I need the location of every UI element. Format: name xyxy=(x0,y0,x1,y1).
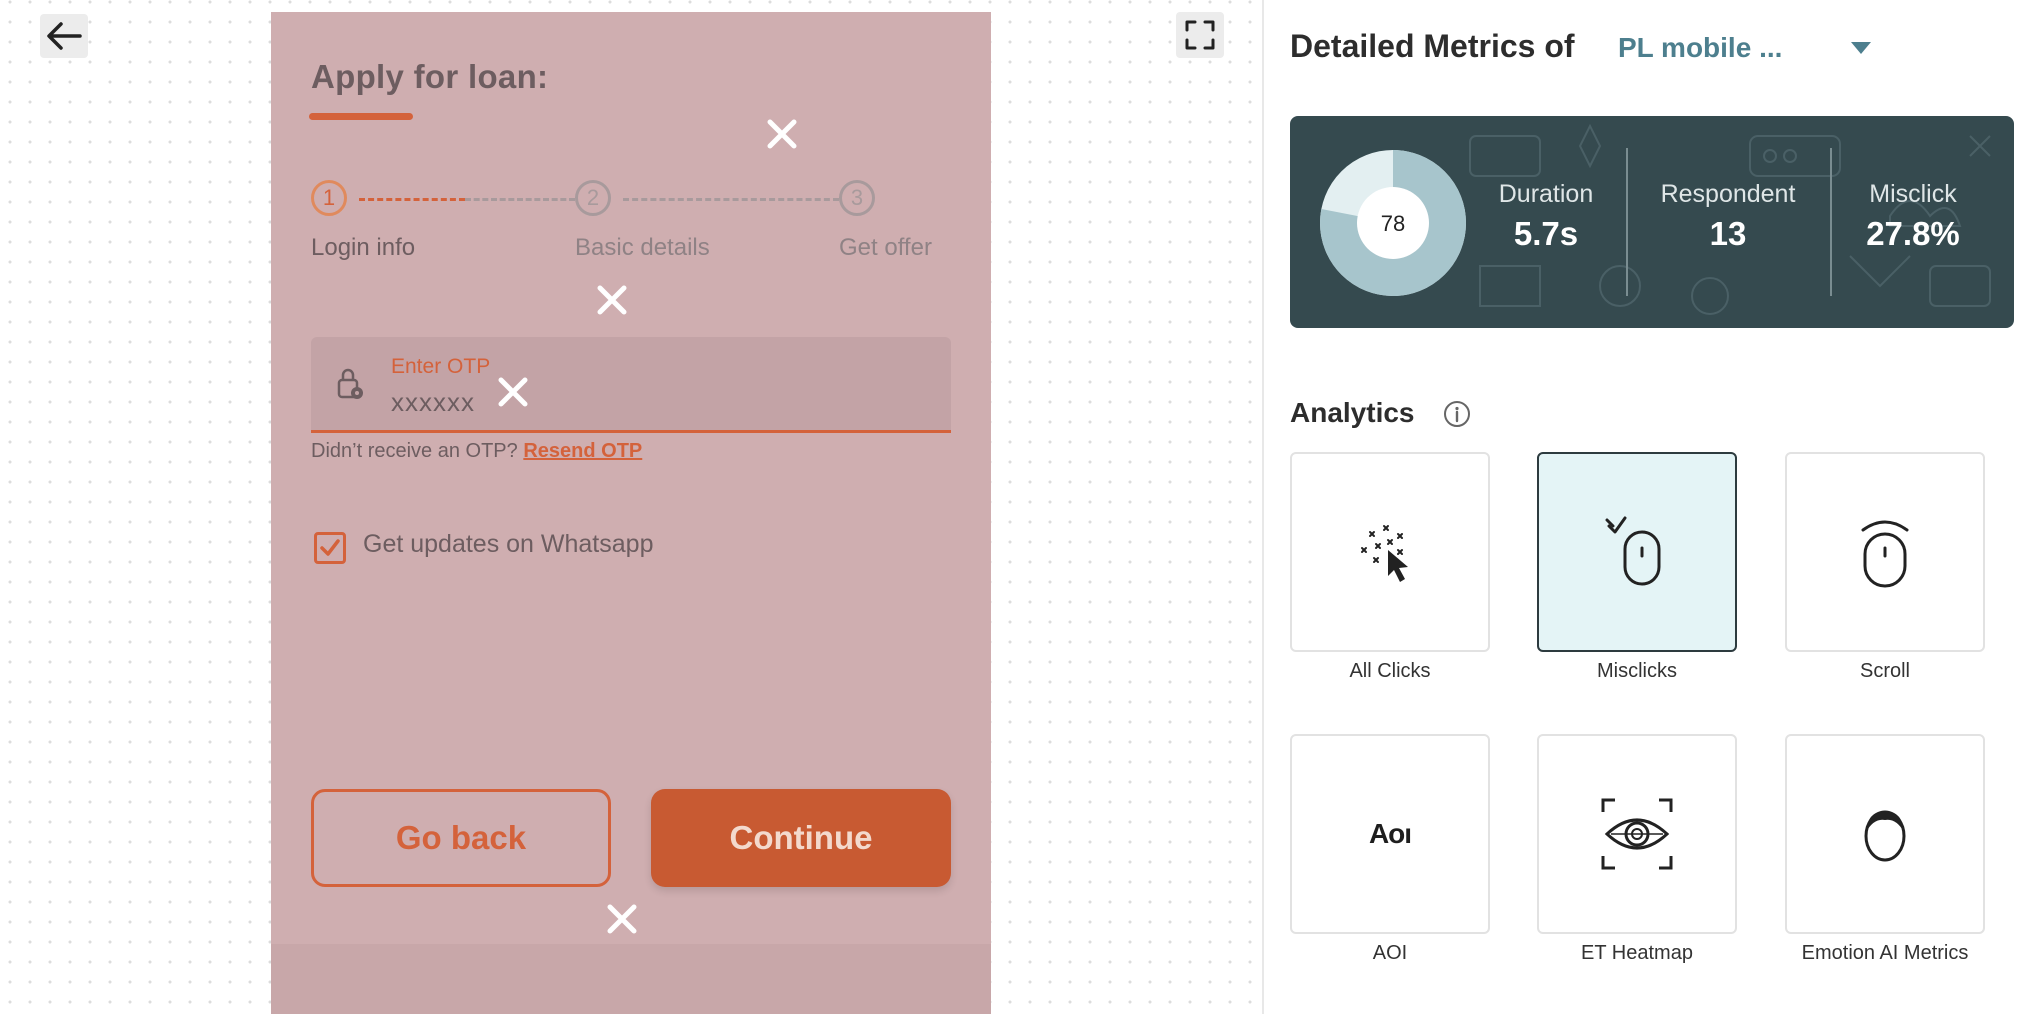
stats-card: 78 Duration 5.7s Respondent 13 Misclick … xyxy=(1290,116,2014,328)
misclicks-label: Misclicks xyxy=(1597,660,1677,682)
go-back-button[interactable]: Go back xyxy=(311,789,611,887)
checkmark-icon xyxy=(320,539,340,556)
misclick-mouse-icon xyxy=(1605,516,1661,586)
scroll-tile[interactable] xyxy=(1785,452,1985,652)
otp-field-label: Enter OTP xyxy=(391,355,491,378)
analytics-heading: Analytics xyxy=(1290,397,1415,428)
otp-field-value: xxxxxx xyxy=(391,387,475,417)
eye-tracking-icon xyxy=(1601,798,1673,870)
all-clicks-label: All Clicks xyxy=(1349,660,1431,682)
aoi-tile[interactable]: Aoı xyxy=(1290,734,1490,934)
close-icon xyxy=(767,119,797,149)
misclicks-tile[interactable] xyxy=(1537,452,1737,652)
duration-value: 5.7s xyxy=(1513,215,1579,252)
stat-separator xyxy=(1830,148,1832,296)
respondent-stat: Respondent 13 xyxy=(1646,180,1810,253)
otp-help-message: Didn’t receive an OTP? xyxy=(311,440,518,462)
step-2-indicator: 2 xyxy=(575,180,611,216)
scroll-mouse-icon xyxy=(1861,520,1909,588)
step-1-label: Login info xyxy=(311,234,416,261)
preview-canvas: Apply for loan: 1 2 3 Login info Basic d… xyxy=(0,0,1262,1014)
misclick-label: Misclick xyxy=(1869,180,1957,208)
info-icon[interactable] xyxy=(1443,400,1471,428)
otp-help-text: Didn’t receive an OTP? Resend OTP xyxy=(311,440,642,463)
title-underline xyxy=(309,113,413,120)
lock-icon xyxy=(337,368,363,399)
emotion-ai-label: Emotion AI Metrics xyxy=(1801,942,1969,964)
stat-separator xyxy=(1626,148,1628,296)
project-dropdown[interactable]: PL mobile ... xyxy=(1618,24,1874,72)
whatsapp-checkbox-label: Get updates on Whatsapp xyxy=(363,530,654,558)
aoi-icon: Aoı xyxy=(1368,818,1412,849)
otp-field[interactable]: Enter OTP xxxxxx xyxy=(311,337,951,433)
misclick-value: 27.8% xyxy=(1866,215,1960,252)
arrow-left-icon xyxy=(47,22,82,50)
all-clicks-tile[interactable] xyxy=(1290,452,1490,652)
aoi-label: AOI xyxy=(1372,942,1408,964)
panel-divider xyxy=(1262,0,1264,1014)
close-icon xyxy=(607,904,637,934)
misclick-stat: Misclick 27.8% xyxy=(1848,180,1978,253)
resend-otp-link[interactable]: Resend OTP xyxy=(523,440,642,462)
step-1-indicator: 1 xyxy=(311,180,347,216)
et-heatmap-tile[interactable] xyxy=(1537,734,1737,934)
loan-form-title: Apply for loan: xyxy=(311,58,549,95)
caret-down-icon xyxy=(1851,42,1871,54)
close-icon xyxy=(597,285,627,315)
respondent-label: Respondent xyxy=(1660,180,1796,208)
respondent-value: 13 xyxy=(1709,215,1747,252)
score-donut: 78 xyxy=(1320,150,1466,296)
step-3-label: Get offer xyxy=(839,234,932,261)
duration-stat: Duration 5.7s xyxy=(1476,180,1616,253)
metrics-title: Detailed Metrics of xyxy=(1290,28,1575,64)
fullscreen-button[interactable] xyxy=(1176,12,1224,58)
project-dropdown-value: PL mobile ... xyxy=(1618,32,1783,63)
close-icon xyxy=(498,377,528,407)
duration-label: Duration xyxy=(1498,180,1594,208)
continue-button[interactable]: Continue xyxy=(651,789,951,887)
et-heatmap-label: ET Heatmap xyxy=(1581,942,1693,964)
step-connector xyxy=(465,198,575,201)
step-3-indicator: 3 xyxy=(839,180,875,216)
emotion-ai-tile[interactable] xyxy=(1785,734,1985,934)
screen-footer xyxy=(271,944,991,1014)
back-button[interactable] xyxy=(40,14,88,58)
step-connector xyxy=(359,198,465,201)
scroll-label: Scroll xyxy=(1859,660,1910,682)
app-screen-preview: Apply for loan: 1 2 3 Login info Basic d… xyxy=(271,12,991,1014)
score-value: 78 xyxy=(1381,211,1405,236)
fullscreen-icon xyxy=(1185,20,1215,50)
clicks-icon xyxy=(1361,525,1408,582)
step-connector xyxy=(623,198,839,201)
face-icon xyxy=(1864,810,1906,862)
whatsapp-checkbox[interactable] xyxy=(314,532,346,564)
step-2-label: Basic details xyxy=(575,234,710,261)
